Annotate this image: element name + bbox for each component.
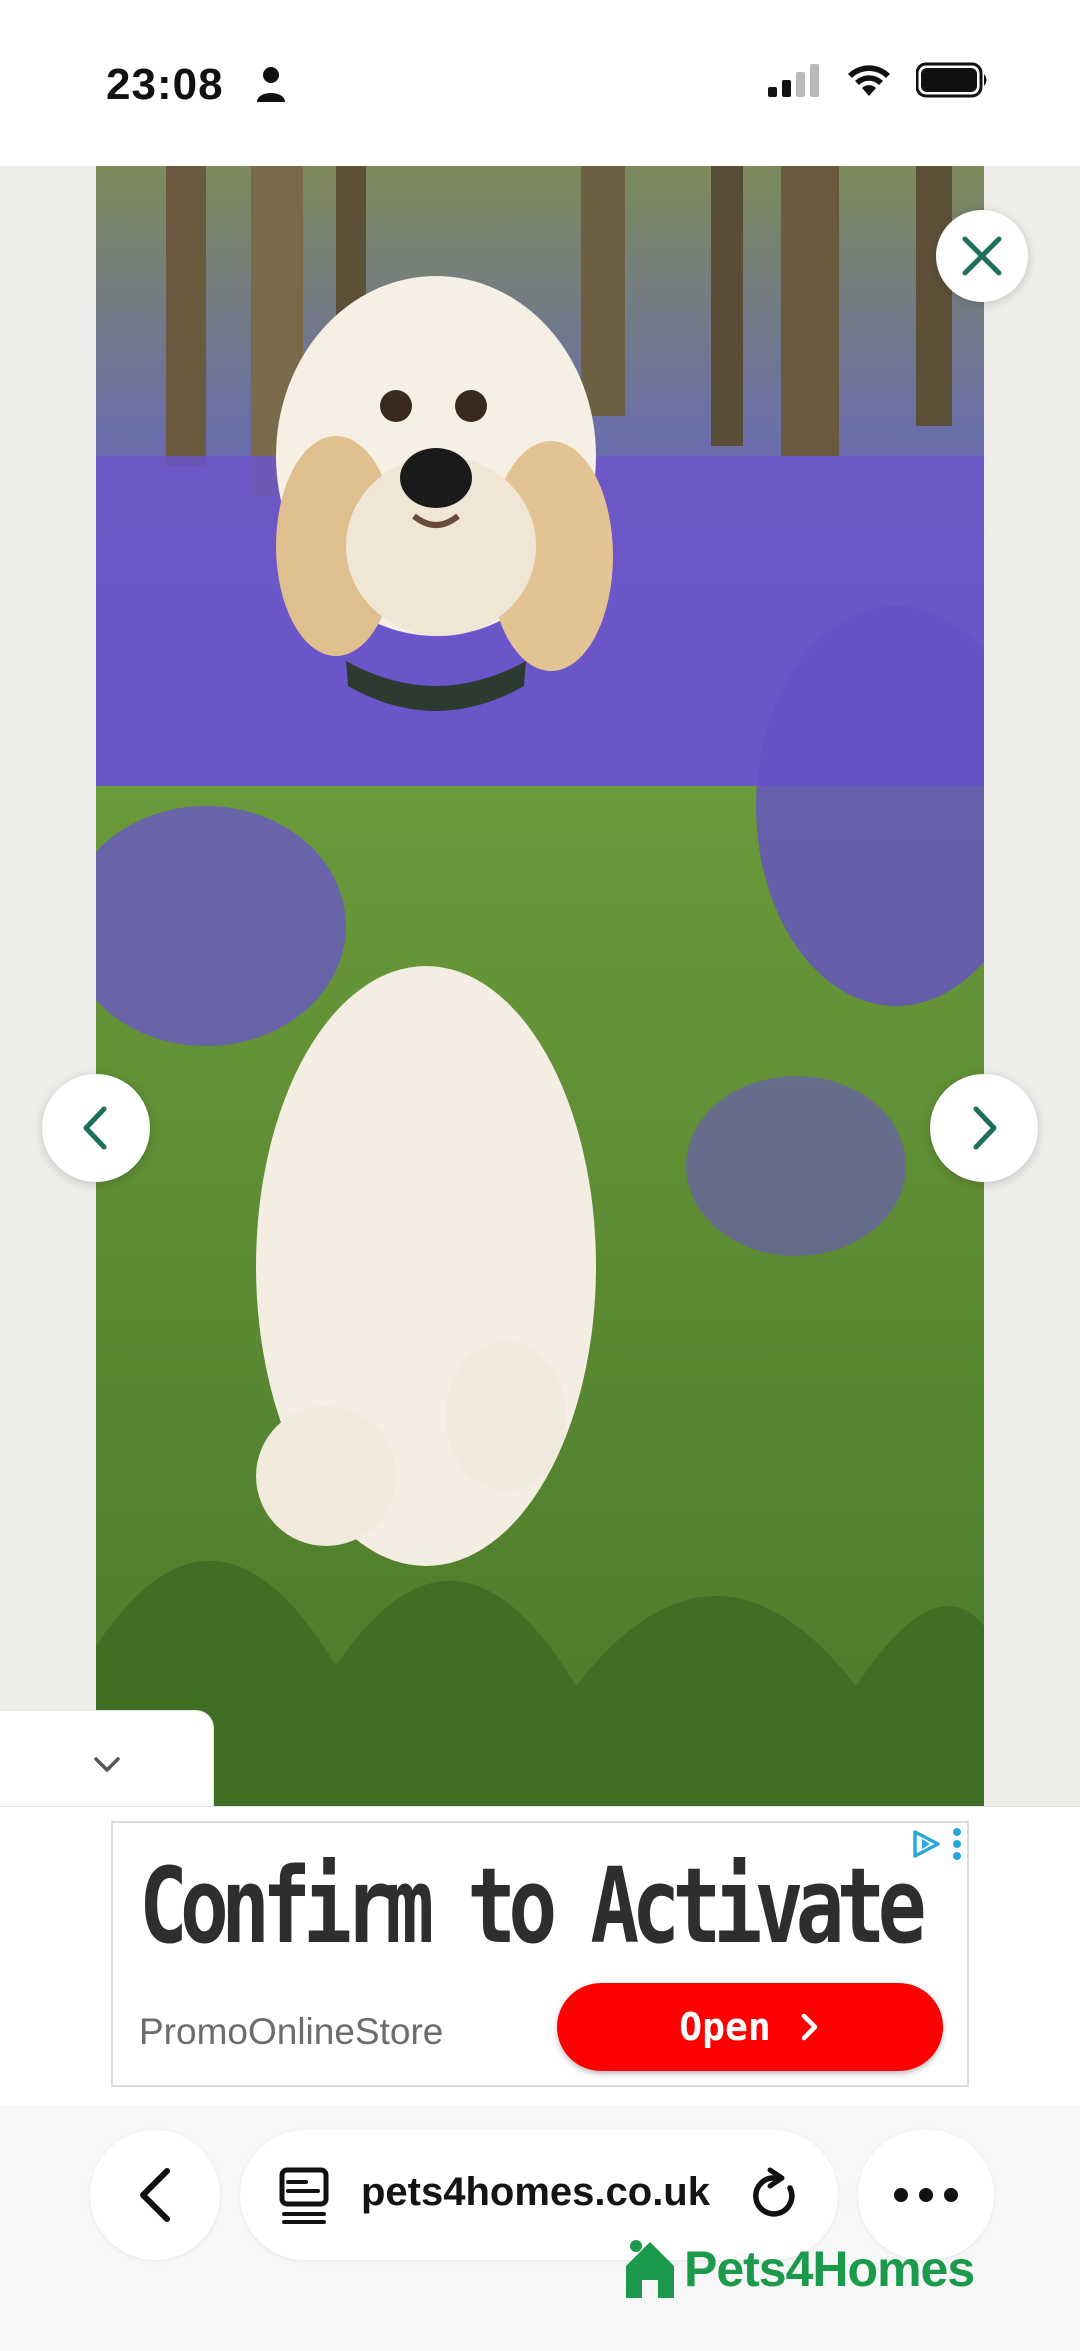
status-time: 23:08 [106,60,224,109]
ad-info [911,1827,963,1861]
page-tabs-icon[interactable] [278,2166,330,2224]
battery-full-icon [916,62,987,98]
browser-back-button[interactable] [90,2130,220,2260]
more-dots-icon [894,2188,958,2202]
chevron-right-icon [973,1106,997,1150]
url-text-container: pets4homes.co.uk [360,2170,710,2220]
back-arrow-icon [140,2168,170,2222]
close-icon [962,236,1002,276]
chevron-down-icon [93,1757,120,1772]
browser-toolbar: pets4homes.co.uk [0,2106,1080,2351]
ad-advertiser: PromoOnlineStore [139,2011,444,2052]
reload-icon[interactable] [746,2166,802,2224]
person-icon [257,67,285,102]
ad-banner[interactable]: Confirm to Activate PromoOnlineStore Ope… [111,1821,969,2087]
adchoices-icon[interactable] [911,1829,941,1859]
ad-collapse-tab[interactable] [0,1710,214,1820]
brand-logo: Pets4Homes [622,2236,975,2302]
chevron-left-icon [83,1106,107,1150]
url-text: pets4homes.co.uk [360,2170,710,2214]
brand-name: Pets4Homes [684,2241,975,2297]
photo-viewer [0,166,1080,1806]
dog-photo-image [96,166,984,1806]
pets4homes-logo-icon [626,2240,674,2298]
chevron-right-icon [801,2013,817,2041]
cellular-signal-icon [768,64,819,97]
ad-banner-area: Confirm to Activate PromoOnlineStore Ope… [0,1806,1080,2106]
dog-photo [96,166,984,1806]
status-indicators [768,62,990,98]
close-button[interactable] [936,210,1028,302]
ad-open-label: Open [679,2005,771,2049]
ad-headline: Confirm to Activate [139,1845,927,1967]
kebab-menu-icon[interactable] [951,1827,963,1861]
wifi-icon [848,65,890,96]
previous-photo-button[interactable] [42,1074,150,1182]
next-photo-button[interactable] [930,1074,1038,1182]
status-bar: 23:08 [0,0,1080,166]
ad-open-button[interactable]: Open [557,1983,943,2071]
